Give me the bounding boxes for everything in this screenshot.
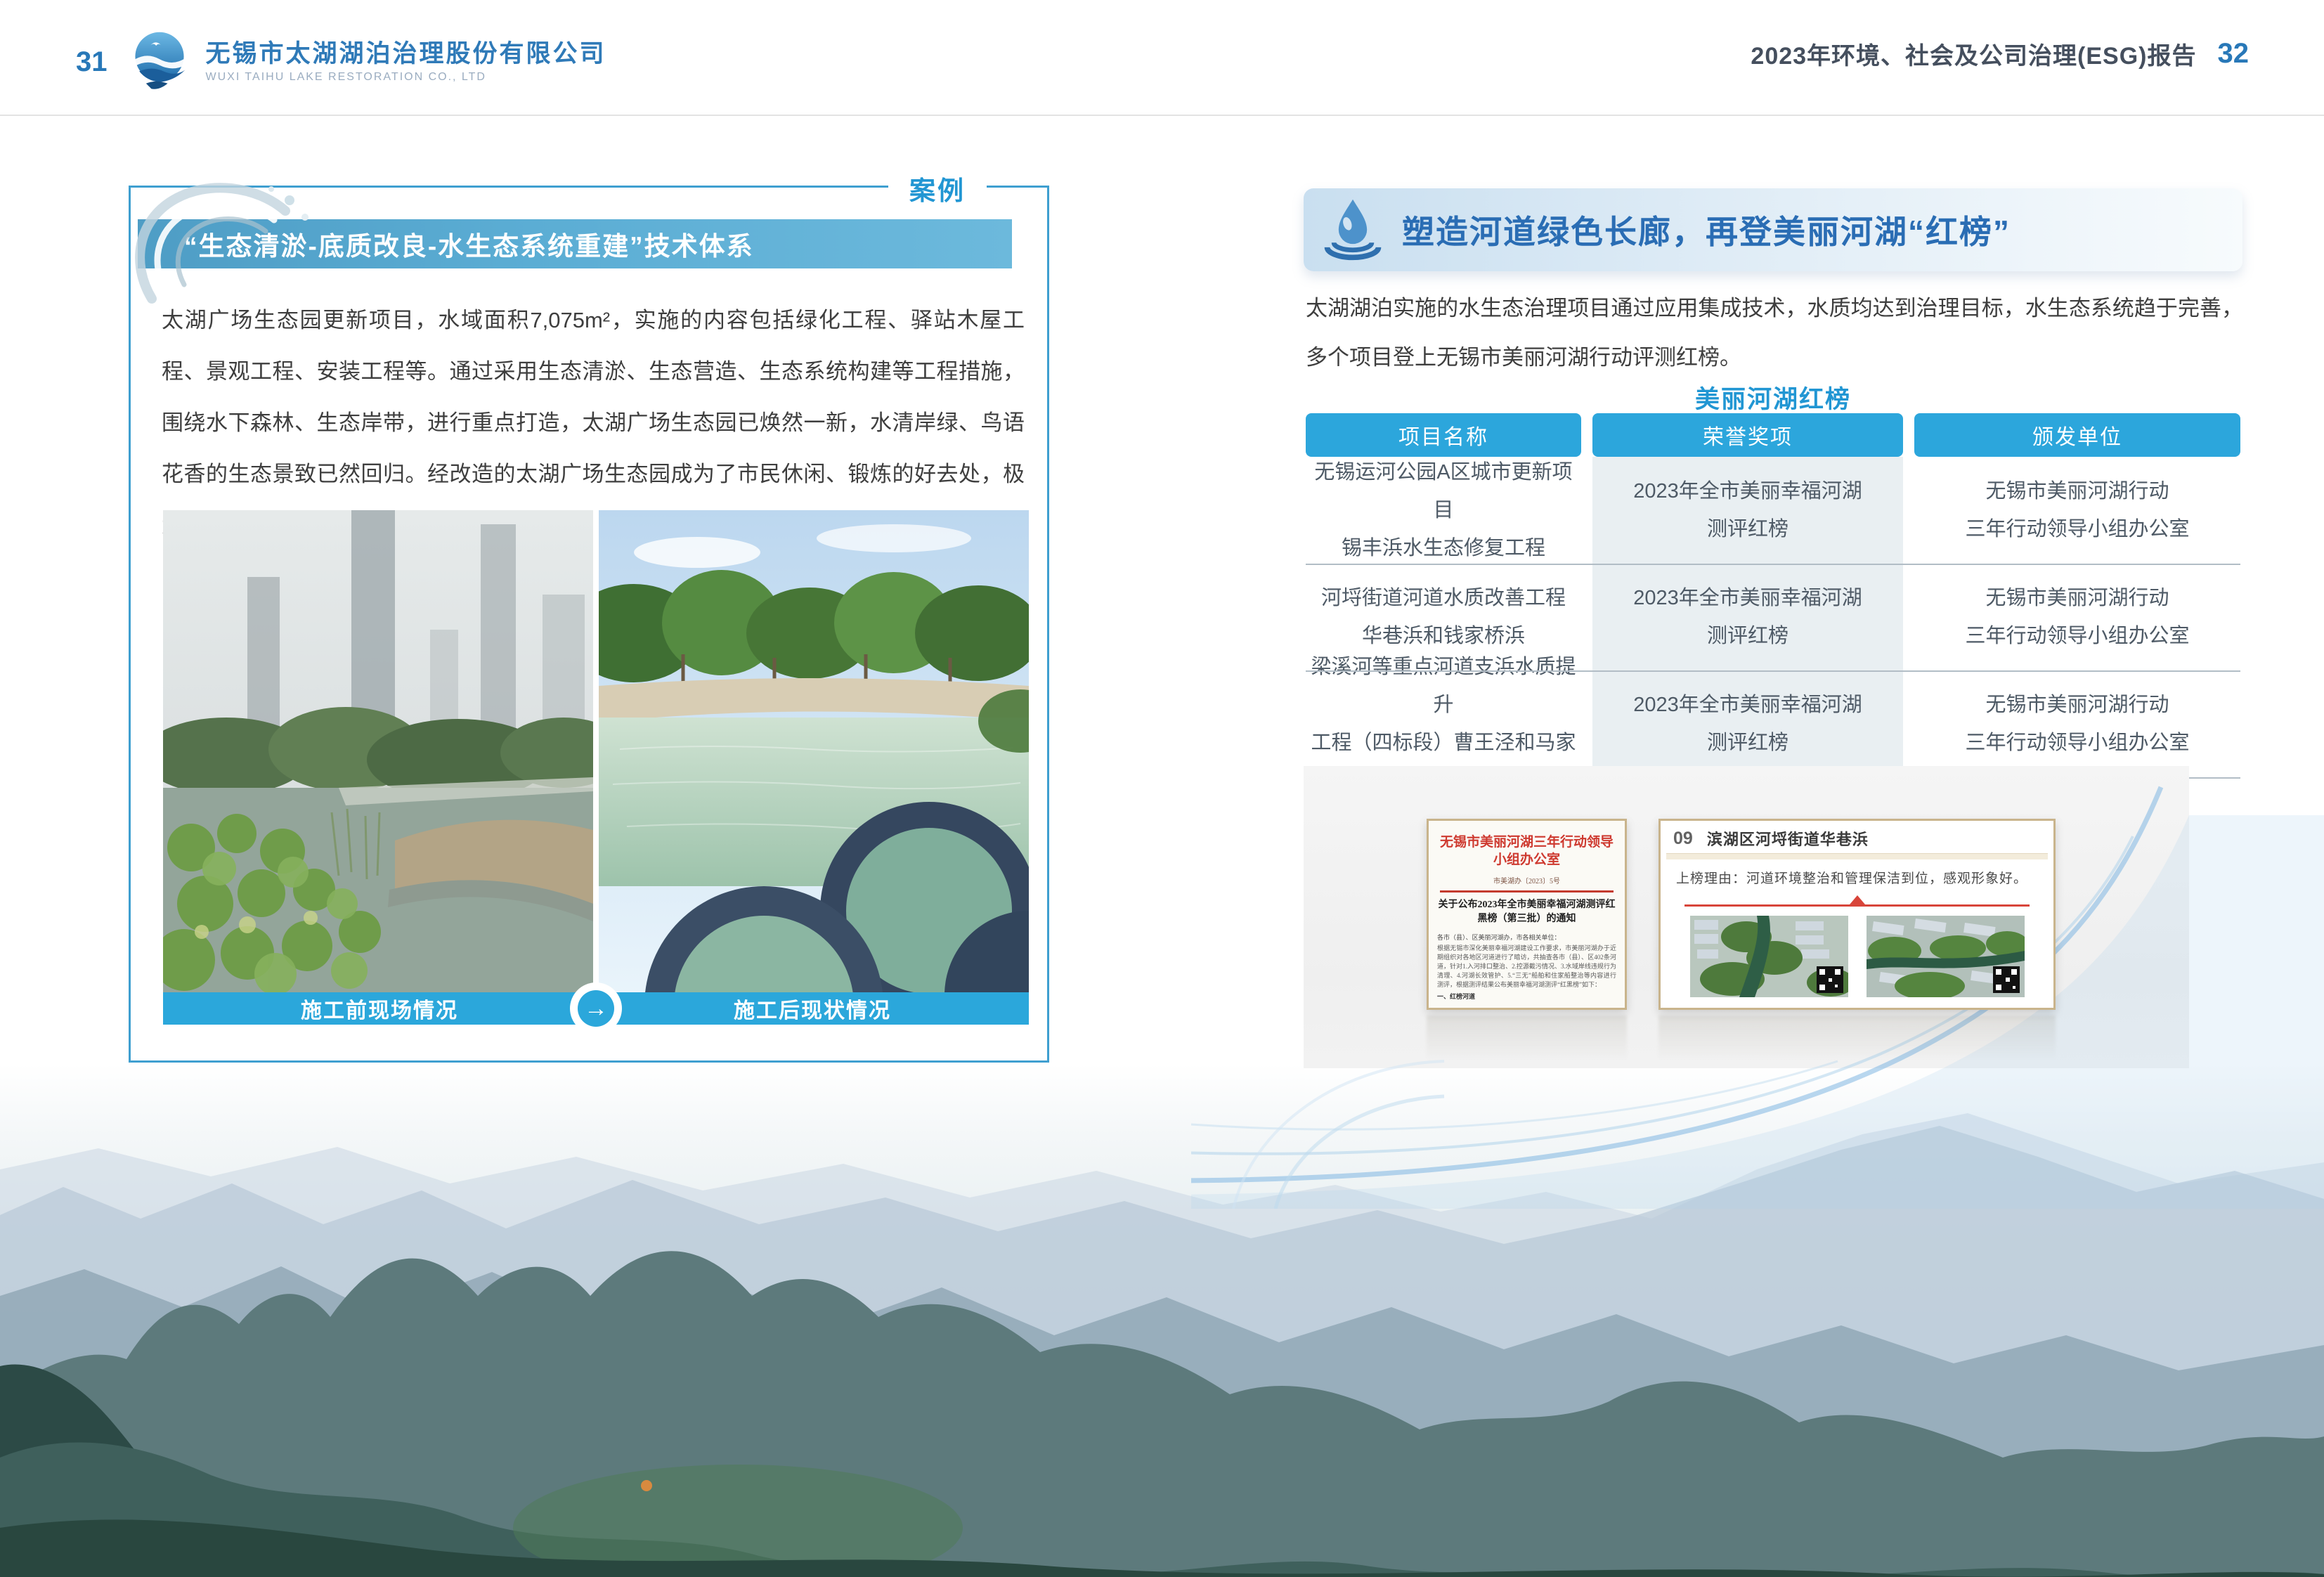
photo-caption-bar: 施工前现场情况 施工后现状情况 → bbox=[163, 992, 1029, 1025]
slide-photo-row bbox=[1661, 916, 2053, 997]
table-header-cell: 荣誉奖项 bbox=[1592, 413, 1903, 457]
mountain-landscape-image bbox=[0, 1064, 2324, 1577]
page-number-left: 31 bbox=[76, 46, 108, 78]
header-divider bbox=[0, 115, 2324, 116]
table-column-award: 荣誉奖项 2023年全市美丽幸福河湖 测评红榜 2023年全市美丽幸福河湖 测评… bbox=[1592, 413, 1903, 777]
aerial-photo-1 bbox=[1690, 916, 1848, 997]
notice-red-rule bbox=[1440, 890, 1614, 893]
before-photo-art bbox=[163, 510, 593, 992]
notice-doc-number: 市美湖办〔2023〕5号 bbox=[1437, 875, 1616, 885]
table-title: 美丽河湖红榜 bbox=[1306, 379, 2240, 415]
aerial-photo-2 bbox=[1867, 916, 2025, 997]
logo-text: 无锡市太湖湖泊治理股份有限公司 WUXI TAIHU LAKE RESTORAT… bbox=[206, 40, 606, 84]
notice-office-title: 无锡市美丽河湖三年行动领导小组办公室 bbox=[1437, 833, 1616, 869]
company-name-cn: 无锡市太湖湖泊治理股份有限公司 bbox=[206, 40, 606, 68]
case-title: “生态清淤-底质改良-水生态系统重建”技术体系 bbox=[184, 225, 754, 263]
redlist-slide-card: 09 滨湖区河埒街道华巷浜 上榜理由：河道环境整治和管理保洁到位，感观形象好。 bbox=[1658, 819, 2056, 1010]
header-right: 2023年环境、社会及公司治理(ESG)报告 32 bbox=[1751, 37, 2249, 71]
official-notice-card: 无锡市美丽河湖三年行动领导小组办公室 市美湖办〔2023〕5号 关于公布2023… bbox=[1427, 819, 1627, 1010]
table-column-project: 项目名称 无锡运河公园A区城市更新项目 锡丰浜水生态修复工程 河埒街道河道水质改… bbox=[1306, 413, 1581, 777]
slide-title: 滨湖区河埒街道华巷浜 bbox=[1707, 827, 1869, 850]
card-reflection bbox=[1658, 1015, 2056, 1060]
section-intro-text: 太湖湖泊实施的水生态治理项目通过应用集成技术，水质均达到治理目标，水生态系统趋于… bbox=[1306, 284, 2243, 382]
notice-body: 根据无锡市深化美丽幸福河湖建设工作要求，市美丽河湖办于近期组织对各地区河道进行了… bbox=[1437, 944, 1616, 989]
slide-number: 09 bbox=[1673, 829, 1693, 849]
after-photo-art bbox=[599, 510, 1029, 992]
slide-header: 09 滨湖区河埒街道华巷浜 bbox=[1661, 821, 2053, 853]
notice-title: 关于公布2023年全市美丽幸福河湖测评红黑榜（第三批）的通知 bbox=[1437, 898, 1616, 926]
row-divider bbox=[1306, 670, 2240, 672]
case-study-box: 案例 “生态清淤-底质改良-水生态系统重建”技术体系 太湖广场生态园更新项目，水… bbox=[129, 186, 1049, 1063]
caption-after: 施工后现状情况 bbox=[596, 992, 1029, 1025]
table-cell: 无锡运河公园A区城市更新项目 锡丰浜水生态修复工程 bbox=[1306, 457, 1581, 564]
after-photo-image bbox=[599, 510, 1029, 992]
notice-list-item: 一、红榜河道 bbox=[1437, 992, 1616, 1001]
slide-red-pointer-line bbox=[1684, 904, 2030, 907]
table-cell: 无锡市美丽河湖行动 三年行动领导小组办公室 bbox=[1914, 457, 2240, 564]
esg-report-spread: 31 无锡市太湖湖泊治理股份有限公司 WUXI TAIHU LAKE RESTO… bbox=[0, 0, 2324, 1577]
card-reflection bbox=[1427, 1015, 1627, 1060]
page-number-right: 32 bbox=[2218, 38, 2250, 70]
table-cell: 2023年全市美丽幸福河湖 测评红榜 bbox=[1592, 564, 1903, 670]
water-drop-icon bbox=[1319, 195, 1387, 263]
row-divider bbox=[1306, 564, 2240, 565]
caption-before: 施工前现场情况 bbox=[163, 992, 596, 1025]
before-photo-image bbox=[163, 510, 593, 992]
report-title: 2023年环境、社会及公司治理(ESG)报告 bbox=[1751, 37, 2196, 71]
company-name-en: WUXI TAIHU LAKE RESTORATION CO., LTD bbox=[206, 71, 606, 84]
table-cell: 2023年全市美丽幸福河湖 测评红榜 bbox=[1592, 457, 1903, 564]
table-cell: 无锡市美丽河湖行动 三年行动领导小组办公室 bbox=[1914, 670, 2240, 777]
section-title: 塑造河道绿色长廊，再登美丽河湖“红榜” bbox=[1402, 188, 2011, 271]
case-tag: 案例 bbox=[888, 169, 987, 207]
table-cell: 梁溪河等重点河道支浜水质提升 工程（四标段）曹王泾和马家浜 bbox=[1306, 670, 1581, 777]
table-header-cell: 项目名称 bbox=[1306, 413, 1581, 457]
header-left: 31 无锡市太湖湖泊治理股份有限公司 WUXI TAIHU LAKE RESTO… bbox=[76, 28, 606, 96]
table-cell: 无锡市美丽河湖行动 三年行动领导小组办公室 bbox=[1914, 564, 2240, 670]
certificates-panel: 无锡市美丽河湖三年行动领导小组办公室 市美湖办〔2023〕5号 关于公布2023… bbox=[1304, 766, 2189, 1068]
slide-header-rule bbox=[1666, 853, 2048, 859]
honor-table: 项目名称 无锡运河公园A区城市更新项目 锡丰浜水生态修复工程 河埒街道河道水质改… bbox=[1306, 413, 2240, 779]
case-title-bar: “生态清淤-底质改良-水生态系统重建”技术体系 bbox=[138, 219, 1012, 268]
table-header-cell: 颁发单位 bbox=[1914, 413, 2240, 457]
company-logo: 无锡市太湖湖泊治理股份有限公司 WUXI TAIHU LAKE RESTORAT… bbox=[126, 28, 606, 96]
section-heading-banner: 塑造河道绿色长廊，再登美丽河湖“红榜” bbox=[1304, 188, 2242, 271]
arrow-right-icon: → bbox=[570, 982, 622, 1034]
table-cell: 2023年全市美丽幸福河湖 测评红榜 bbox=[1592, 670, 1903, 777]
notice-salutation: 各市（县）、区美丽河湖办，市各相关单位： bbox=[1437, 933, 1616, 942]
table-column-issuer: 颁发单位 无锡市美丽河湖行动 三年行动领导小组办公室 无锡市美丽河湖行动 三年行… bbox=[1914, 413, 2240, 777]
taihu-logo-mark bbox=[126, 28, 193, 96]
slide-reason: 上榜理由：河道环境整治和管理保洁到位，感观形象好。 bbox=[1661, 859, 2053, 887]
